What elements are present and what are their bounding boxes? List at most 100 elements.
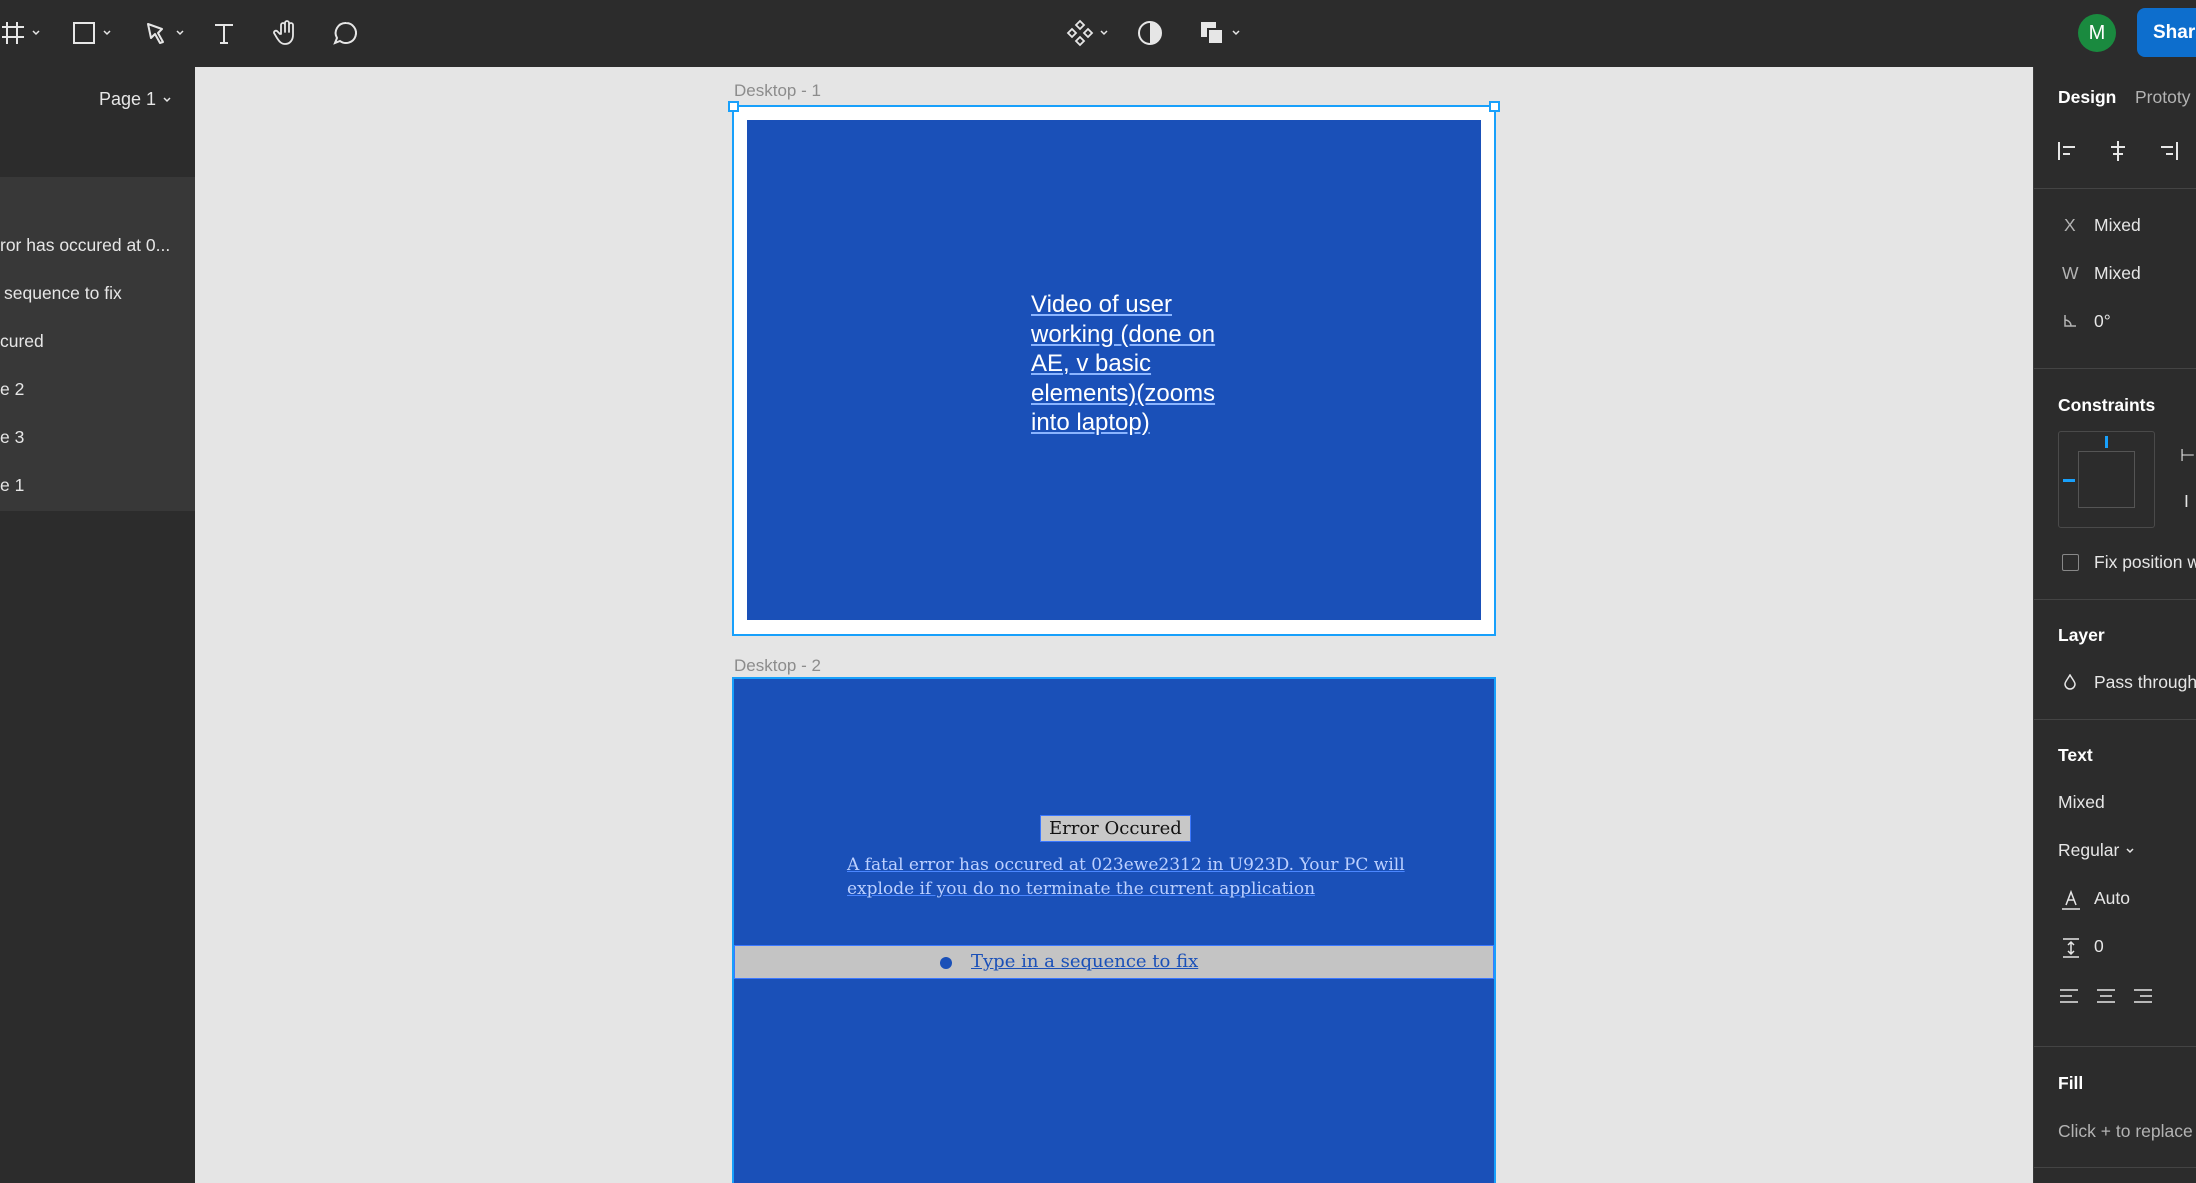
layer-label: cured <box>0 331 44 351</box>
layer-item[interactable]: e 3 <box>0 427 195 457</box>
layer-item[interactable]: e 2 <box>0 379 195 409</box>
constraint-left-indicator[interactable] <box>2063 479 2075 482</box>
text-align-center-icon[interactable] <box>2095 985 2117 1007</box>
layer-label: e 2 <box>0 379 25 399</box>
blend-mode-icon <box>2064 674 2076 690</box>
line-height-field[interactable]: Auto <box>2094 888 2130 909</box>
align-center-icon[interactable] <box>2106 139 2130 163</box>
fix-position-checkbox[interactable] <box>2062 554 2079 571</box>
chevron-down-icon <box>32 30 40 36</box>
divider <box>2034 599 2196 600</box>
divider <box>2034 719 2196 720</box>
error-message[interactable]: A fatal error has occured at 023ewe2312 … <box>847 853 1407 901</box>
properties-panel: Design Prototy X Mixed W Mixed 0° Constr… <box>2033 67 2196 1183</box>
layer-label: ror has occured at 0... <box>0 235 171 255</box>
comment-tool-button[interactable] <box>332 14 360 52</box>
text-tool-button[interactable] <box>211 14 237 52</box>
constraint-vertical-icon[interactable]: I <box>2184 491 2189 512</box>
layer-label: e 1 <box>0 475 25 495</box>
sequence-bar[interactable]: Type in a sequence to fix <box>734 945 1494 979</box>
tab-prototype[interactable]: Prototy <box>2135 87 2190 108</box>
divider <box>2034 1046 2196 1047</box>
frame-label-desktop-1[interactable]: Desktop - 1 <box>734 81 821 101</box>
component-icon <box>1066 19 1094 47</box>
rectangle-icon <box>73 22 95 44</box>
layer-label: e 3 <box>0 427 25 447</box>
resize-handle[interactable] <box>1489 101 1500 112</box>
share-button[interactable]: Share <box>2137 8 2196 57</box>
paragraph-spacing-field[interactable]: 0 <box>2094 936 2104 957</box>
w-field[interactable]: Mixed <box>2094 263 2141 284</box>
w-label: W <box>2062 263 2079 283</box>
rotation-field[interactable]: 0° <box>2094 311 2111 332</box>
x-field[interactable]: Mixed <box>2094 215 2141 236</box>
constraint-top-indicator[interactable] <box>2105 436 2108 448</box>
layers-list: ror has occured at 0... sequence to fix … <box>0 177 195 511</box>
divider <box>2034 1167 2196 1168</box>
frame-icon <box>2 22 24 44</box>
boolean-icon <box>1201 22 1224 45</box>
contrast-icon <box>1138 21 1162 45</box>
x-label: X <box>2064 215 2076 235</box>
font-weight-select[interactable]: Regular <box>2058 840 2135 861</box>
text-align-right-icon[interactable] <box>2132 985 2154 1007</box>
layer-heading: Layer <box>2058 625 2105 645</box>
line-height-icon <box>2062 889 2080 910</box>
hand-icon <box>273 20 294 45</box>
page-selector[interactable]: Page 1 <box>99 89 172 110</box>
chevron-down-icon <box>1232 30 1240 36</box>
rotation-icon <box>2064 315 2076 327</box>
tab-design[interactable]: Design <box>2058 87 2116 108</box>
fill-hint: Click + to replace <box>2058 1121 2193 1141</box>
constraints-inner-box <box>2078 451 2135 508</box>
fix-position-label: Fix position w <box>2094 552 2196 572</box>
align-left-icon[interactable] <box>2056 139 2080 163</box>
component-button[interactable] <box>1066 14 1109 52</box>
comment-icon <box>333 21 357 45</box>
left-sidebar: Page 1 ror has occured at 0... sequence … <box>0 67 195 1183</box>
frame-desktop-1[interactable]: Video of user working (done on AE, v bas… <box>728 101 1500 636</box>
divider <box>2034 368 2196 369</box>
sequence-prompt[interactable]: Type in a sequence to fix <box>971 951 1198 972</box>
bullet-icon <box>940 957 952 969</box>
fill-heading: Fill <box>2058 1073 2084 1093</box>
page-label: Page 1 <box>99 89 157 109</box>
frame-background[interactable]: Video of user working (done on AE, v bas… <box>747 120 1481 620</box>
shape-tool-button[interactable] <box>71 14 112 52</box>
chevron-down-icon <box>163 96 171 102</box>
mask-button[interactable] <box>1136 14 1164 52</box>
frame-label-desktop-2[interactable]: Desktop - 2 <box>734 656 821 676</box>
align-right-icon[interactable] <box>2156 139 2180 163</box>
layer-label: sequence to fix <box>4 283 122 303</box>
pen-tool-button[interactable] <box>144 14 185 52</box>
chevron-down-icon <box>176 30 184 36</box>
constraints-widget[interactable] <box>2058 431 2155 528</box>
blend-mode-select[interactable]: Pass through <box>2094 672 2196 693</box>
layer-item[interactable]: e 1 <box>0 475 195 505</box>
constraint-horizontal-icon[interactable]: ⊢ <box>2180 445 2195 466</box>
chevron-down-icon <box>1100 30 1108 36</box>
divider <box>2034 188 2196 189</box>
paragraph-spacing-icon <box>2063 938 2079 958</box>
layer-item[interactable]: ror has occured at 0... <box>0 235 195 265</box>
avatar[interactable]: M <box>2078 14 2116 52</box>
font-weight-label: Regular <box>2058 840 2120 860</box>
error-title[interactable]: Error Occured <box>1040 815 1191 842</box>
chevron-down-icon <box>103 30 111 36</box>
text-align-left-icon[interactable] <box>2058 985 2080 1007</box>
frame-tool-button[interactable] <box>0 14 41 52</box>
video-placeholder-text[interactable]: Video of user working (done on AE, v bas… <box>1031 290 1231 438</box>
text-icon <box>215 24 233 44</box>
layer-item[interactable]: sequence to fix <box>4 283 199 313</box>
layer-item[interactable]: cured <box>0 331 195 361</box>
frame-desktop-2[interactable]: Error Occured A fatal error has occured … <box>732 677 1496 1183</box>
boolean-button[interactable] <box>1198 14 1241 52</box>
hand-tool-button[interactable] <box>272 14 300 52</box>
constraints-heading: Constraints <box>2058 395 2156 415</box>
text-heading: Text <box>2058 745 2093 765</box>
top-toolbar: M Share <box>0 0 2196 67</box>
font-family-select[interactable]: Mixed <box>2058 792 2105 813</box>
canvas[interactable]: Desktop - 1 Video of user working (done … <box>195 67 2033 1183</box>
resize-handle[interactable] <box>728 101 739 112</box>
chevron-down-icon <box>2126 847 2134 853</box>
